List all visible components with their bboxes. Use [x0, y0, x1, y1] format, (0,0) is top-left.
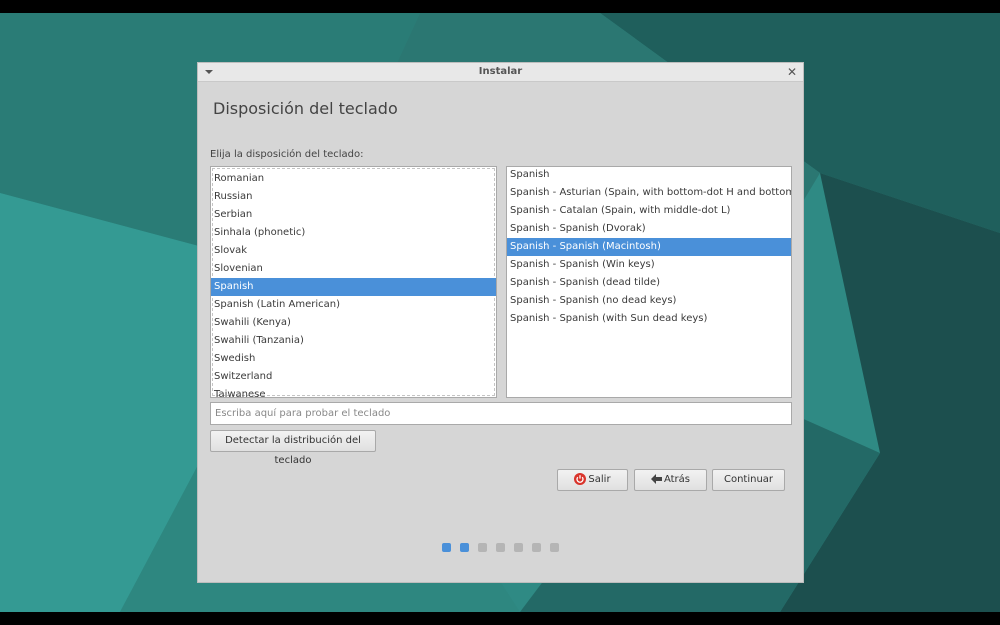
list-item[interactable]: Serbian	[211, 206, 496, 224]
list-item[interactable]: Spanish - Spanish (with Sun dead keys)	[507, 310, 791, 328]
step-dot	[478, 543, 487, 552]
page-title: Disposición del teclado	[213, 99, 398, 118]
list-item[interactable]: Spanish - Spanish (dead tilde)	[507, 274, 791, 292]
keyboard-test-input[interactable]: Escriba aquí para probar el teclado	[210, 402, 792, 425]
list-item[interactable]: Swahili (Kenya)	[211, 314, 496, 332]
step-dot	[514, 543, 523, 552]
list-item[interactable]: Spanish - Spanish (Win keys)	[507, 256, 791, 274]
step-dot	[550, 543, 559, 552]
list-item[interactable]: Spanish - Catalan (Spain, with middle-do…	[507, 202, 791, 220]
quit-label: Salir	[588, 474, 611, 485]
keyboard-test-placeholder: Escriba aquí para probar el teclado	[215, 408, 391, 419]
step-dot	[496, 543, 505, 552]
list-item[interactable]: Swedish	[211, 350, 496, 368]
back-label: Atrás	[663, 474, 691, 485]
titlebar: Instalar ✕	[198, 63, 803, 82]
step-dot	[532, 543, 541, 552]
list-item[interactable]: Russian	[211, 188, 496, 206]
list-item[interactable]: Slovenian	[211, 260, 496, 278]
list-item[interactable]: Slovak	[211, 242, 496, 260]
list-item[interactable]: Romanian	[211, 170, 496, 188]
arrow-left-icon	[650, 474, 662, 484]
list-item[interactable]: Spanish - Spanish (Macintosh)	[507, 238, 791, 256]
installer-window: Instalar ✕ Disposición del teclado Elija…	[197, 62, 804, 583]
layout-prompt-label: Elija la disposición del teclado:	[210, 149, 364, 160]
detect-layout-button[interactable]: Detectar la distribución del teclado	[210, 430, 376, 466]
list-item[interactable]: Switzerland	[211, 368, 496, 386]
list-item[interactable]: Spanish	[211, 278, 496, 296]
list-item[interactable]: Sinhala (phonetic)	[211, 224, 496, 242]
list-item[interactable]: Spanish	[507, 167, 791, 184]
step-dot	[460, 543, 469, 552]
list-item[interactable]: Spanish (Latin American)	[211, 296, 496, 314]
list-item[interactable]: Taiwanese	[211, 386, 496, 397]
list-item[interactable]: Swahili (Tanzania)	[211, 332, 496, 350]
power-icon	[574, 473, 587, 485]
close-icon[interactable]: ✕	[787, 65, 797, 79]
list-item[interactable]: Spanish - Spanish (no dead keys)	[507, 292, 791, 310]
list-item[interactable]: Spanish - Spanish (Dvorak)	[507, 220, 791, 238]
quit-button[interactable]: Salir	[557, 469, 628, 491]
window-title: Instalar	[478, 66, 523, 77]
list-item[interactable]: Spanish - Asturian (Spain, with bottom-d…	[507, 184, 791, 202]
variant-list[interactable]: Spanish Spanish - Asturian (Spain, with b…	[506, 166, 792, 398]
layout-list[interactable]: Romanian Russian Serbian Sinhala (phonetic)…	[210, 166, 497, 398]
back-button[interactable]: Atrás	[634, 469, 707, 491]
step-dot	[442, 543, 451, 552]
continue-button[interactable]: Continuar	[712, 469, 785, 491]
